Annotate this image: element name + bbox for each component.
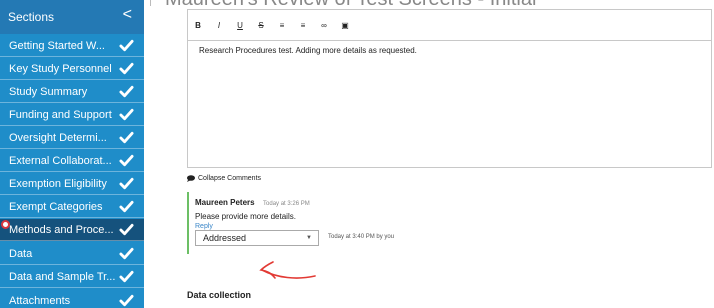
strikethrough-button[interactable]: S xyxy=(257,21,265,30)
sidebar-item[interactable]: Exemption Eligibility xyxy=(0,173,144,195)
bulleted-list-icon[interactable]: ≡ xyxy=(278,21,286,30)
checkmark-icon xyxy=(119,154,134,167)
sections-sidebar: Sections < Getting Started W... Key Study… xyxy=(0,0,144,308)
checkmark-icon xyxy=(119,223,134,236)
sidebar-item[interactable]: Study Summary xyxy=(0,81,144,103)
sidebar-item[interactable]: Funding and Support xyxy=(0,104,144,126)
chevron-down-icon: ▼ xyxy=(306,235,312,241)
sidebar-item[interactable]: Attachments xyxy=(0,290,144,308)
error-indicator-icon xyxy=(1,220,10,229)
image-icon[interactable]: ▣ xyxy=(341,21,349,30)
sidebar-item[interactable]: Getting Started W... xyxy=(0,35,144,57)
comment-icon xyxy=(187,175,195,182)
sidebar-item-label: Key Study Personnel xyxy=(9,62,112,75)
sidebar-item-label: Attachments xyxy=(9,294,71,307)
collapse-sidebar-icon[interactable]: < xyxy=(123,6,132,24)
collapse-comments-link[interactable]: Collapse Comments xyxy=(187,175,261,182)
checkmark-icon xyxy=(119,131,134,144)
checkmark-icon xyxy=(119,108,134,121)
link-icon[interactable]: ∞ xyxy=(320,21,328,30)
sidebar-item[interactable]: Oversight Determi... xyxy=(0,127,144,149)
section-heading: Data collection xyxy=(187,290,252,300)
sidebar-item[interactable]: Data and Sample Tr... xyxy=(0,266,144,288)
sidebar-item-label: Funding and Support xyxy=(9,108,112,121)
editor-content[interactable]: Research Procedures test. Adding more de… xyxy=(187,40,712,168)
comment-status-select[interactable]: Addressed ▼ xyxy=(195,230,319,246)
checkmark-icon xyxy=(119,39,134,52)
underline-button[interactable]: U xyxy=(236,21,244,30)
sidebar-item[interactable]: Methods and Proce... xyxy=(0,219,144,241)
sidebar-item[interactable]: Key Study Personnel xyxy=(0,58,144,80)
collapse-comments-label: Collapse Comments xyxy=(198,175,262,182)
checkmark-icon xyxy=(119,200,134,213)
status-timestamp: Today at 3:40 PM by you xyxy=(328,234,395,240)
sidebar-item-label: External Collaborat... xyxy=(9,154,112,167)
sidebar-item-label: Exemption Eligibility xyxy=(9,177,107,190)
sidebar-item-label: Study Summary xyxy=(9,85,88,98)
checkmark-icon xyxy=(119,62,134,75)
sidebar-header-label: Sections xyxy=(8,10,55,24)
comment-thread: Maureen Peters Today at 3:26 PM Please p… xyxy=(187,192,447,254)
sidebar-item[interactable]: Data xyxy=(0,243,144,265)
numbered-list-icon[interactable]: ≡ xyxy=(299,21,307,30)
rich-text-editor: B I U S ≡ ≡ ∞ ▣ Research Procedures test… xyxy=(187,9,712,168)
comment-author: Maureen Peters xyxy=(195,198,255,207)
sidebar-item[interactable]: External Collaborat... xyxy=(0,150,144,172)
comment-status-value: Addressed xyxy=(203,233,247,243)
italic-button[interactable]: I xyxy=(215,21,223,30)
checkmark-icon xyxy=(119,294,134,307)
annotation-arrow-icon xyxy=(259,261,316,279)
sidebar-item-label: Data xyxy=(9,247,33,260)
sidebar-item-label: Oversight Determi... xyxy=(9,131,107,144)
sidebar-header: Sections < xyxy=(0,0,144,34)
sidebar-item-label: Exempt Categories xyxy=(9,200,103,213)
checkmark-icon xyxy=(119,85,134,98)
app-page: Maureen's Review of Test Screens - Initi… xyxy=(0,0,714,308)
checkmark-icon xyxy=(119,177,134,190)
sidebar-item[interactable]: Exempt Categories xyxy=(0,196,144,218)
title-divider xyxy=(150,0,151,6)
comment-time: Today at 3:26 PM xyxy=(263,201,310,207)
sidebar-item-label: Getting Started W... xyxy=(9,39,105,52)
comment-text: Please provide more details. xyxy=(195,212,296,221)
checkmark-icon xyxy=(119,270,134,283)
checkmark-icon xyxy=(119,247,134,260)
sidebar-item-label: Methods and Proce... xyxy=(9,223,114,236)
sidebar-item-label: Data and Sample Tr... xyxy=(9,270,116,283)
editor-toolbar: B I U S ≡ ≡ ∞ ▣ xyxy=(188,10,711,40)
reply-link[interactable]: Reply xyxy=(195,223,447,230)
bold-button[interactable]: B xyxy=(194,21,202,30)
